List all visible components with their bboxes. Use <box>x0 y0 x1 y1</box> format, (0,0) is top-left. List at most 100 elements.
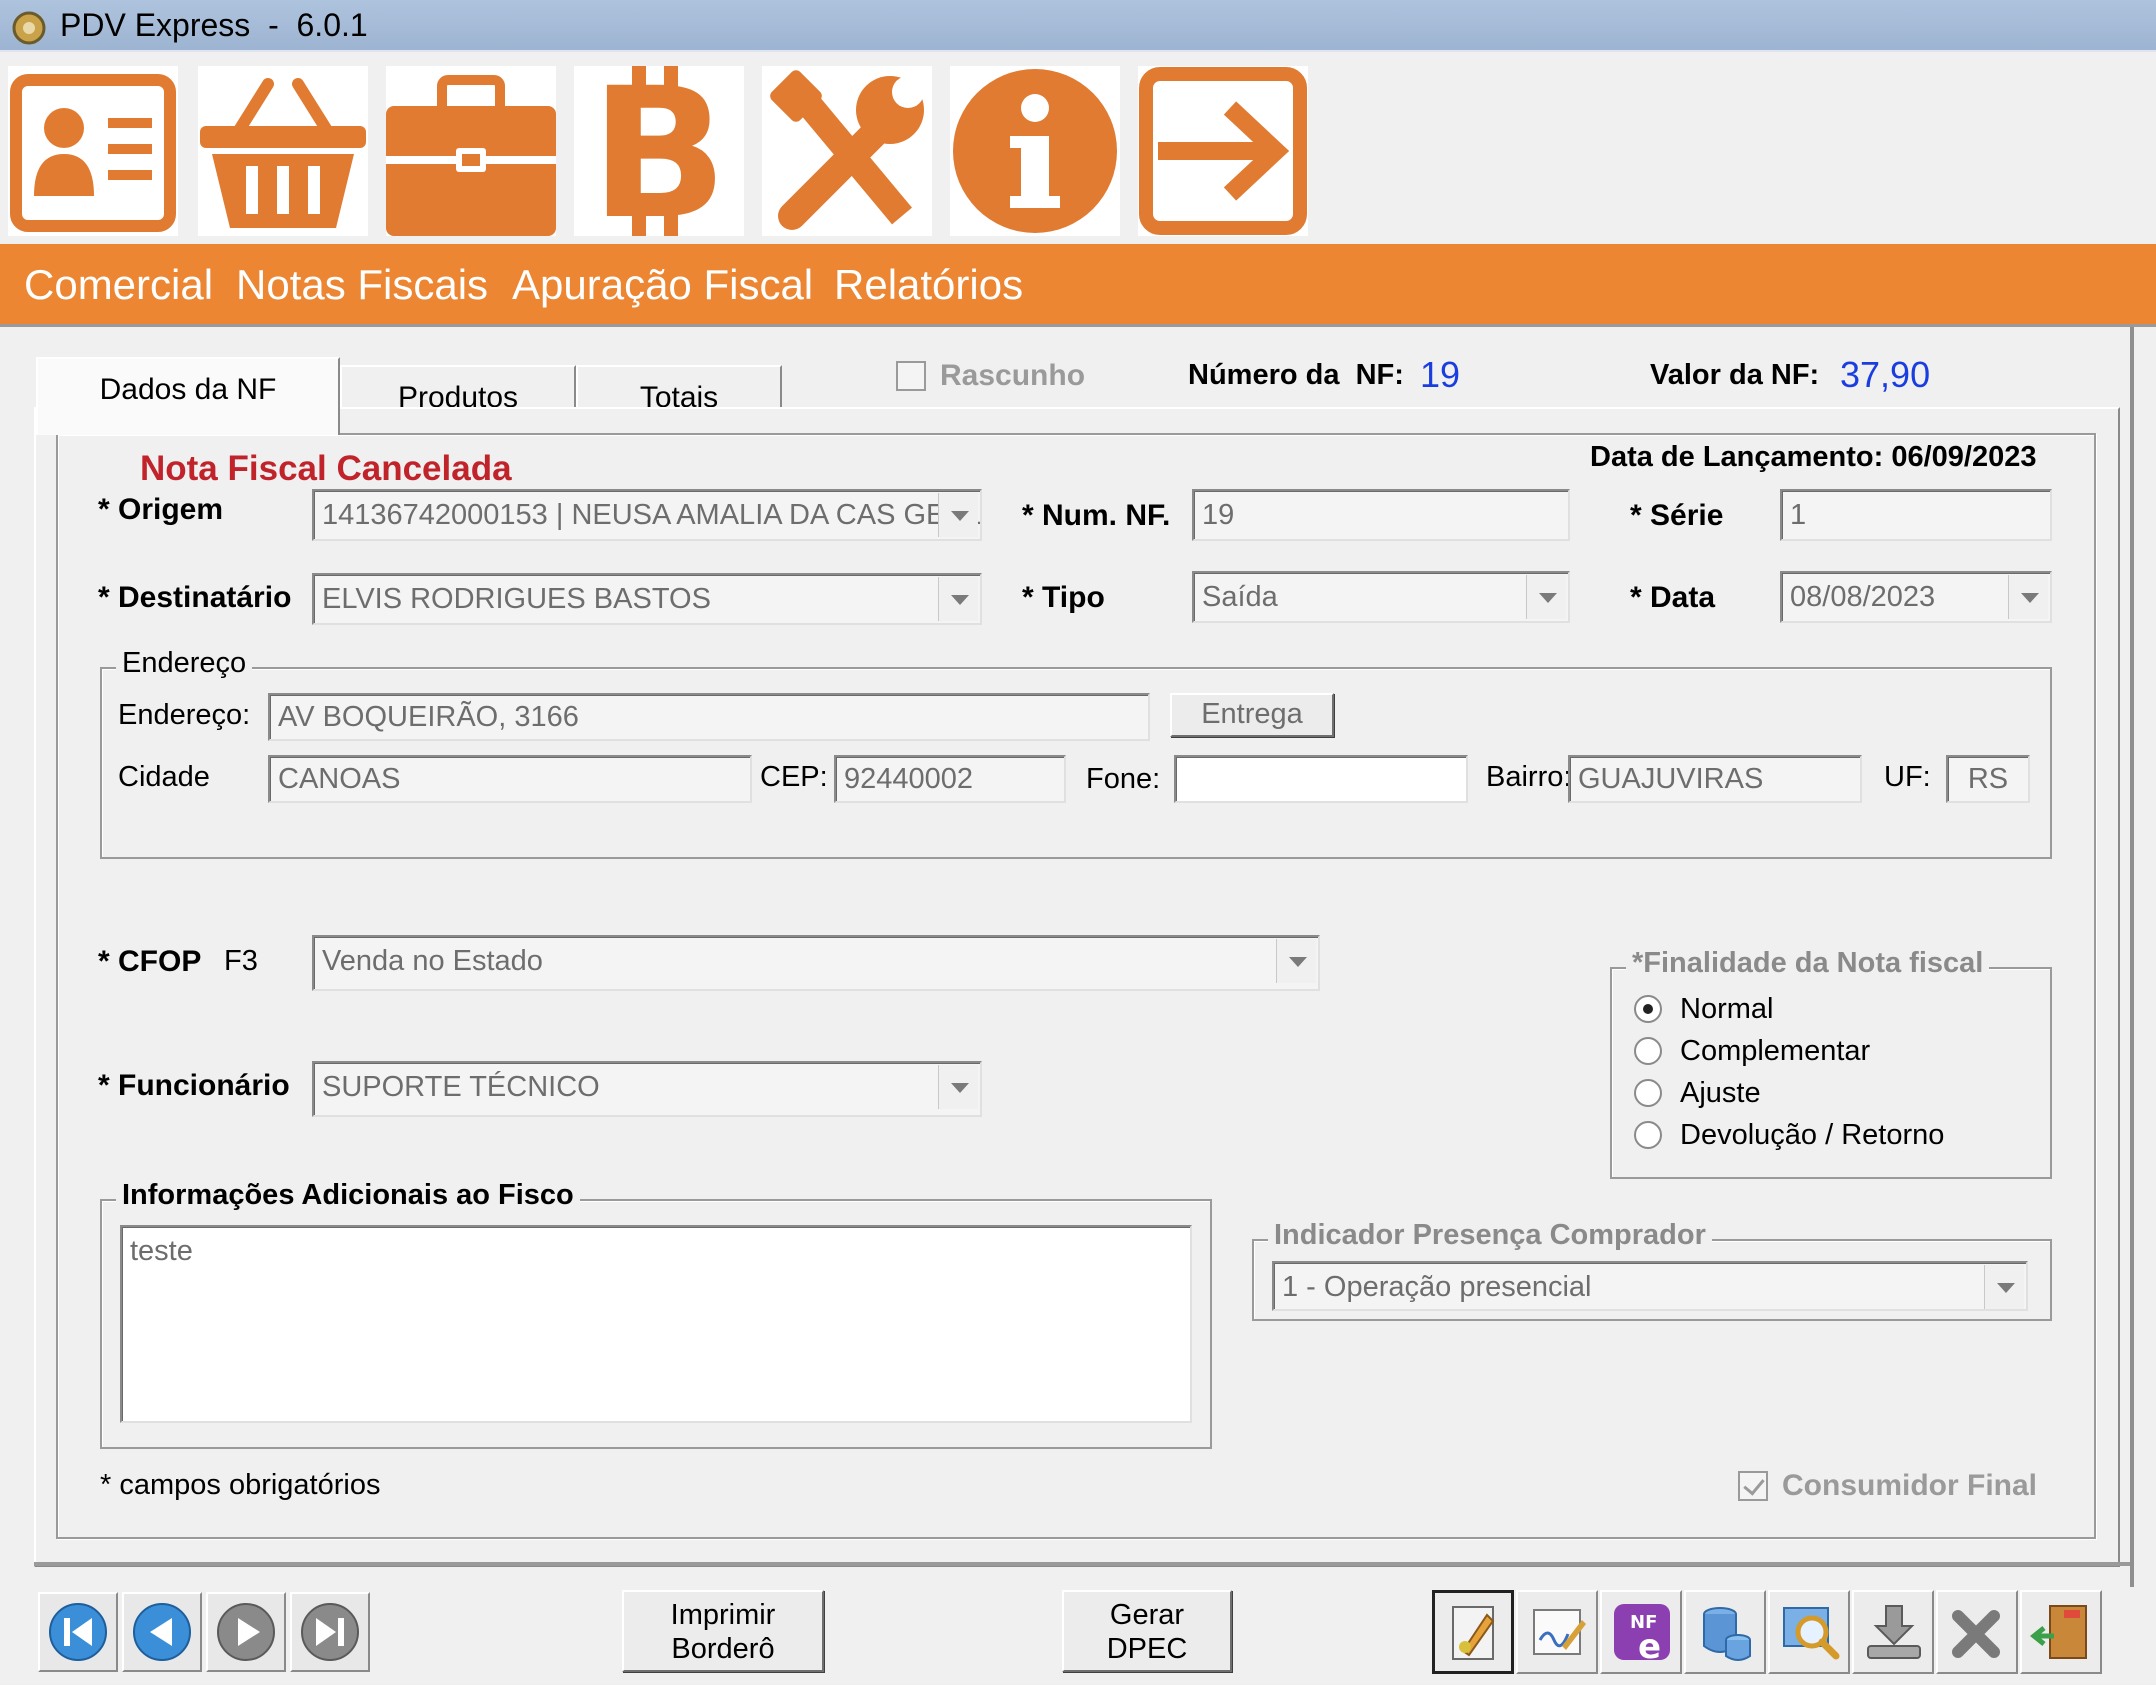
finalidade-ajuste-label: Ajuste <box>1680 1077 1761 1109</box>
next-record-icon[interactable] <box>206 1592 286 1672</box>
form-panel: Nota Fiscal Cancelada Data de Lançamento… <box>56 433 2096 1539</box>
finalidade-complementar-label: Complementar <box>1680 1035 1871 1067</box>
fone-label: Fone: <box>1086 763 1161 795</box>
gerar-dpec-line2: DPEC <box>1106 1633 1188 1665</box>
logout-icon[interactable] <box>1138 66 1308 236</box>
finalidade-devolucao-radio[interactable] <box>1634 1121 1662 1149</box>
finalidade-normal-radio[interactable] <box>1634 995 1662 1023</box>
endereco-group-title: Endereço <box>116 647 253 680</box>
previous-record-icon[interactable] <box>122 1592 202 1672</box>
main-menu: Comercial Notas Fiscais Apuração Fiscal … <box>0 244 2156 324</box>
finalidade-complementar-radio[interactable] <box>1634 1037 1662 1065</box>
bottom-divider <box>34 1562 2130 1566</box>
numero-nf-value: 19 <box>1420 354 1461 395</box>
bairro-input[interactable]: GUAJUVIRAS <box>1568 755 1862 803</box>
content-area: Dados da NF Produtos Totais Rascunho Núm… <box>0 324 2156 1685</box>
shopping-basket-icon[interactable] <box>198 66 368 236</box>
num-nf-input[interactable]: 19 <box>1192 489 1570 541</box>
bairro-label: Bairro: <box>1486 761 1572 793</box>
info-icon[interactable] <box>950 66 1120 236</box>
cidade-input[interactable]: CANOAS <box>268 755 752 803</box>
download-icon[interactable] <box>1852 1590 1934 1674</box>
destinatario-select[interactable]: ELVIS RODRIGUES BASTOS <box>312 573 982 625</box>
consumidor-final-label: Consumidor Final <box>1782 1469 2037 1502</box>
funcionario-value: SUPORTE TÉCNICO <box>322 1071 600 1103</box>
endereco-input[interactable]: AV BOQUEIRÃO, 3166 <box>268 693 1150 741</box>
last-record-icon[interactable] <box>290 1592 370 1672</box>
chevron-down-icon[interactable] <box>1526 575 1566 619</box>
cfop-select[interactable]: Venda no Estado <box>312 935 1320 991</box>
tools-icon[interactable] <box>762 66 932 236</box>
window-title: PDV Express - 6.0.1 <box>60 7 368 43</box>
svg-text:e: e <box>1638 1627 1661 1664</box>
origem-value: 14136742000153 | NEUSA AMALIA DA CAS GEH… <box>322 499 982 531</box>
chevron-down-icon[interactable] <box>938 493 978 537</box>
delete-icon[interactable] <box>1936 1590 2018 1674</box>
cep-input[interactable]: 92440002 <box>834 755 1066 803</box>
title-bar: PDV Express - 6.0.1 <box>0 0 2156 52</box>
entrega-button[interactable]: Entrega <box>1170 693 1334 737</box>
destinatario-label: * Destinatário <box>98 581 292 614</box>
app-icon <box>12 11 46 45</box>
tipo-label: * Tipo <box>1022 581 1105 614</box>
numero-nf-label: Número da NF: <box>1188 359 1404 391</box>
uf-input[interactable]: RS <box>1946 755 2030 803</box>
chevron-down-icon[interactable] <box>938 577 978 621</box>
search-icon[interactable] <box>1768 1590 1850 1674</box>
tipo-select[interactable]: Saída <box>1192 571 1570 623</box>
uf-label: UF: <box>1884 761 1931 793</box>
num-nf-label: * Num. NF. <box>1022 499 1171 532</box>
data-label: * Data <box>1630 581 1716 614</box>
database-icon[interactable] <box>1684 1590 1766 1674</box>
destinatario-value: ELVIS RODRIGUES BASTOS <box>322 583 711 615</box>
finalidade-ajuste-radio[interactable] <box>1634 1079 1662 1107</box>
serie-label: * Série <box>1630 499 1724 532</box>
valor-nf-value: 37,90 <box>1840 354 1931 395</box>
indicador-value: 1 - Operação presencial <box>1282 1271 1592 1303</box>
briefcase-icon[interactable] <box>386 66 556 236</box>
finalidade-group-title: *Finalidade da Nota fiscal <box>1626 947 1990 980</box>
funcionario-select[interactable]: SUPORTE TÉCNICO <box>312 1061 982 1117</box>
cidade-label: Cidade <box>118 761 210 793</box>
data-select[interactable]: 08/08/2023 <box>1780 571 2052 623</box>
menu-relatorios[interactable]: Relatórios <box>834 262 1023 308</box>
contact-card-icon[interactable] <box>8 66 178 236</box>
bitcoin-icon[interactable]: B <box>574 66 744 236</box>
tab-dados-nf[interactable]: Dados da NF <box>36 357 340 435</box>
first-record-icon[interactable] <box>38 1592 118 1672</box>
serie-input[interactable]: 1 <box>1780 489 2052 541</box>
info-adicionais-title: Informações Adicionais ao Fisco <box>116 1179 580 1212</box>
consumidor-final-checkbox[interactable] <box>1738 1471 1768 1501</box>
data-value: 08/08/2023 <box>1790 581 1936 613</box>
info-adicionais-textarea[interactable]: teste <box>120 1225 1192 1423</box>
origem-select[interactable]: 14136742000153 | NEUSA AMALIA DA CAS GEH… <box>312 489 982 541</box>
chevron-down-icon[interactable] <box>2008 575 2048 619</box>
nfe-icon[interactable]: NF e <box>1600 1590 1682 1674</box>
sign-document-icon[interactable] <box>1516 1590 1598 1674</box>
chevron-down-icon[interactable] <box>938 1065 978 1109</box>
cep-label: CEP: <box>760 761 828 793</box>
menu-notas-fiscais[interactable]: Notas Fiscais <box>236 262 488 308</box>
tab-panel: Nota Fiscal Cancelada Data de Lançamento… <box>34 407 2120 1567</box>
svg-text:B: B <box>590 66 727 236</box>
chevron-down-icon[interactable] <box>1984 1265 2024 1309</box>
finalidade-devolucao-label: Devolução / Retorno <box>1680 1119 1945 1151</box>
imprimir-bordero-line1: Imprimir <box>670 1599 776 1631</box>
gerar-dpec-line1: Gerar <box>1109 1599 1185 1631</box>
chevron-down-icon[interactable] <box>1276 939 1316 983</box>
fone-input[interactable] <box>1174 755 1468 803</box>
rascunho-checkbox[interactable] <box>896 361 926 391</box>
menu-comercial[interactable]: Comercial <box>24 262 213 308</box>
cfop-hotkey: F3 <box>224 945 258 977</box>
required-note: * campos obrigatórios <box>100 1469 381 1501</box>
exit-door-icon[interactable] <box>2020 1590 2102 1674</box>
indicador-group-title: Indicador Presença Comprador <box>1268 1219 1712 1252</box>
menu-apuracao-fiscal[interactable]: Apuração Fiscal <box>512 262 813 308</box>
imprimir-bordero-button[interactable]: Imprimir Borderô <box>622 1590 824 1672</box>
origem-label: * Origem <box>98 493 224 526</box>
indicador-select[interactable]: 1 - Operação presencial <box>1272 1261 2028 1311</box>
gerar-dpec-button[interactable]: Gerar DPEC <box>1062 1590 1232 1672</box>
data-lancamento: Data de Lançamento: 06/09/2023 <box>1590 441 2037 473</box>
edit-note-icon[interactable] <box>1432 1590 1514 1674</box>
rascunho-label: Rascunho <box>940 359 1086 392</box>
